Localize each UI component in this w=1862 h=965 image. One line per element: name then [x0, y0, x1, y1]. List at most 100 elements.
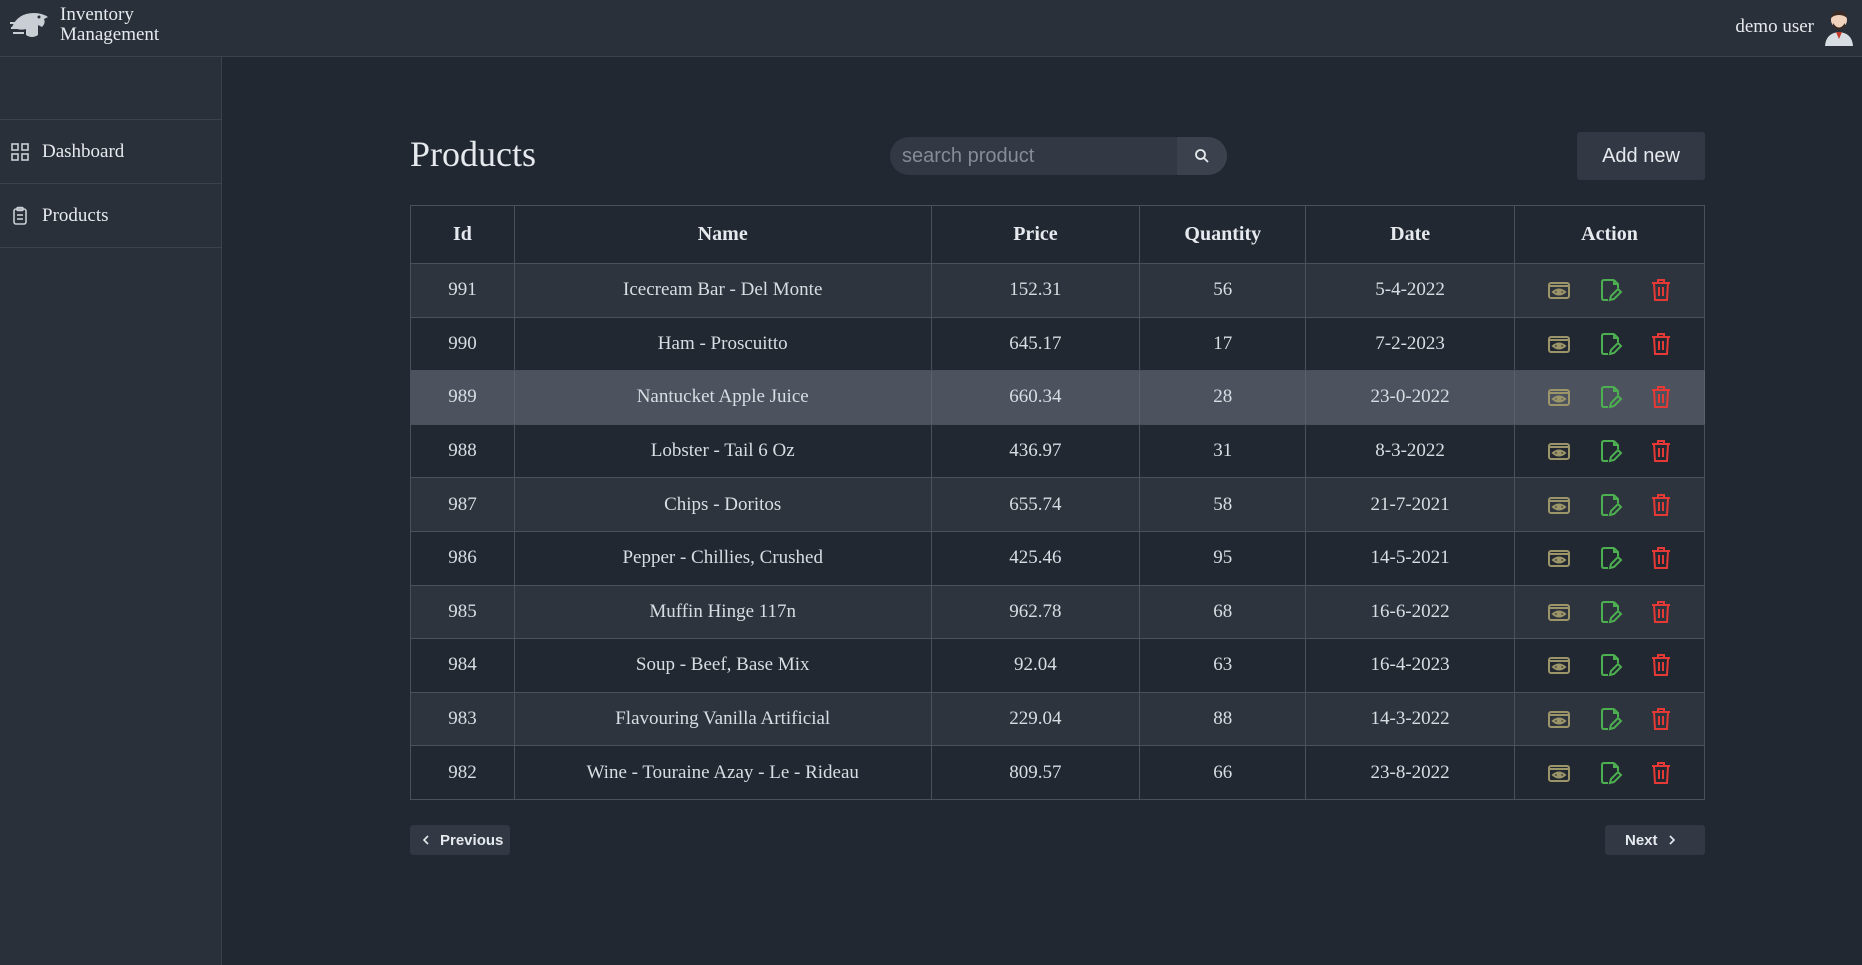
table-row[interactable]: 986 Pepper - Chillies, Crushed 425.46 95 14-…	[410, 531, 1705, 586]
app-title: Inventory Management	[60, 5, 159, 45]
eye-icon	[1547, 335, 1570, 353]
edit-button[interactable]	[1597, 652, 1623, 678]
eagle-logo-icon	[10, 13, 48, 37]
view-button[interactable]	[1546, 706, 1572, 732]
view-button[interactable]	[1546, 331, 1572, 357]
edit-button[interactable]	[1597, 438, 1623, 464]
edit-button[interactable]	[1597, 277, 1623, 303]
column-header-name[interactable]: Name	[514, 205, 932, 264]
sidebar-item-label: Products	[42, 204, 109, 226]
cell-price: 229.04	[931, 692, 1141, 747]
edit-button[interactable]	[1597, 331, 1623, 357]
delete-button[interactable]	[1648, 599, 1674, 625]
delete-button[interactable]	[1648, 384, 1674, 410]
app-title-line2: Management	[60, 24, 160, 45]
cell-date: 8-3-2022	[1305, 424, 1516, 479]
cell-date: 16-6-2022	[1305, 585, 1516, 640]
cell-date: 14-5-2021	[1305, 531, 1516, 586]
edit-button[interactable]	[1597, 760, 1623, 786]
user-menu[interactable]: demo user	[1735, 8, 1856, 46]
cell-action	[1514, 745, 1705, 800]
table-row[interactable]: 983 Flavouring Vanilla Artificial 229.04 88…	[410, 692, 1705, 747]
row-actions	[1515, 492, 1704, 518]
cell-date: 14-3-2022	[1305, 692, 1516, 747]
edit-file-icon	[1600, 600, 1622, 624]
cell-action	[1514, 692, 1705, 747]
table-row[interactable]: 991 Icecream Bar - Del Monte 152.31 56 5-4-2…	[410, 263, 1705, 318]
cell-quantity: 58	[1139, 477, 1307, 532]
edit-button[interactable]	[1597, 384, 1623, 410]
edit-file-icon	[1600, 279, 1622, 302]
delete-button[interactable]	[1648, 277, 1674, 303]
column-header-quantity[interactable]: Quantity	[1139, 205, 1307, 264]
cell-id: 987	[410, 477, 515, 532]
delete-button[interactable]	[1648, 545, 1674, 571]
edit-button[interactable]	[1597, 706, 1623, 732]
table-row[interactable]: 987 Chips - Doritos 655.74 58 21-7-2021	[410, 477, 1705, 532]
cell-action	[1514, 477, 1705, 532]
delete-button[interactable]	[1648, 331, 1674, 357]
view-button[interactable]	[1546, 492, 1572, 518]
search-button[interactable]	[1177, 137, 1227, 175]
edit-button[interactable]	[1597, 599, 1623, 625]
table-row[interactable]: 990 Ham - Proscuitto 645.17 17 7-2-2023	[410, 317, 1705, 372]
view-button[interactable]	[1546, 277, 1572, 303]
top-bar: Inventory Management demo user	[0, 0, 1862, 57]
column-header-id[interactable]: Id	[410, 205, 515, 264]
clipboard-icon	[13, 206, 27, 225]
cell-id: 990	[410, 317, 515, 372]
search-input[interactable]	[890, 137, 1177, 175]
edit-file-icon	[1600, 654, 1622, 677]
trash-icon	[1651, 493, 1670, 516]
delete-button[interactable]	[1648, 706, 1674, 732]
brand[interactable]: Inventory Management	[8, 5, 159, 45]
table-row[interactable]: 982 Wine - Touraine Azay - Le - Rideau 809…	[410, 745, 1705, 800]
edit-button[interactable]	[1597, 545, 1623, 571]
view-button[interactable]	[1546, 438, 1572, 464]
table-row[interactable]: 988 Lobster - Tail 6 Oz 436.97 31 8-3-2022	[410, 424, 1705, 479]
column-header-price[interactable]: Price	[931, 205, 1141, 264]
cell-id: 983	[410, 692, 515, 747]
cell-action	[1514, 317, 1705, 372]
cell-price: 655.74	[931, 477, 1141, 532]
cell-name: Chips - Doritos	[514, 477, 932, 532]
sidebar-item-dashboard[interactable]: Dashboard	[0, 120, 222, 184]
cell-name: Muffin Hinge 117n	[514, 585, 932, 640]
cell-action	[1514, 531, 1705, 586]
delete-button[interactable]	[1648, 438, 1674, 464]
cell-id: 984	[410, 638, 515, 693]
cell-quantity: 31	[1139, 424, 1307, 479]
column-header-date[interactable]: Date	[1305, 205, 1516, 264]
table-row[interactable]: 989 Nantucket Apple Juice 660.34 28 23-0-202…	[410, 370, 1705, 425]
previous-button[interactable]: Previous	[410, 825, 510, 855]
app-title-line1: Inventory	[60, 4, 134, 25]
sidebar: Dashboard Products	[0, 57, 222, 965]
view-button[interactable]	[1546, 652, 1572, 678]
view-button[interactable]	[1546, 545, 1572, 571]
delete-button[interactable]	[1648, 652, 1674, 678]
cell-date: 16-4-2023	[1305, 638, 1516, 693]
sidebar-item-products[interactable]: Products	[0, 184, 222, 248]
table-row[interactable]: 985 Muffin Hinge 117n 962.78 68 16-6-2022	[410, 585, 1705, 640]
cell-price: 645.17	[931, 317, 1141, 372]
view-button[interactable]	[1546, 384, 1572, 410]
row-actions	[1515, 652, 1704, 678]
eye-icon	[1547, 764, 1570, 782]
cell-id: 991	[410, 263, 515, 318]
cell-name: Flavouring Vanilla Artificial	[514, 692, 932, 747]
view-button[interactable]	[1546, 599, 1572, 625]
cell-price: 660.34	[931, 370, 1141, 425]
edit-button[interactable]	[1597, 492, 1623, 518]
table-row[interactable]: 984 Soup - Beef, Base Mix 92.04 63 16-4-2023	[410, 638, 1705, 693]
view-button[interactable]	[1546, 760, 1572, 786]
add-new-button[interactable]: Add new	[1577, 132, 1705, 180]
cell-quantity: 17	[1139, 317, 1307, 372]
cell-price: 92.04	[931, 638, 1141, 693]
next-button[interactable]: Next	[1605, 825, 1705, 855]
cell-date: 5-4-2022	[1305, 263, 1516, 318]
sidebar-item-label: Dashboard	[42, 140, 125, 162]
delete-button[interactable]	[1648, 492, 1674, 518]
delete-button[interactable]	[1648, 760, 1674, 786]
row-actions	[1515, 384, 1704, 410]
eye-icon	[1547, 711, 1570, 729]
